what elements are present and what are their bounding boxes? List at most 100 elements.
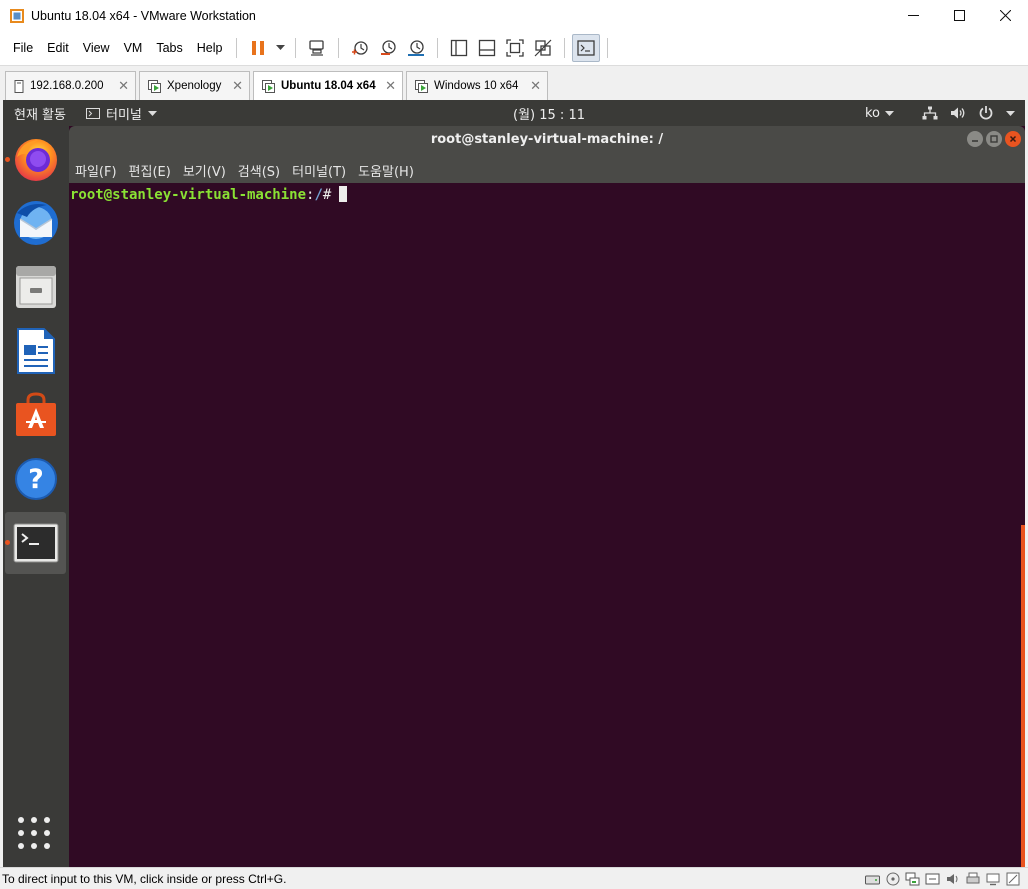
thunderbird-icon (14, 201, 58, 245)
status-bar: To direct input to this VM, click inside… (0, 867, 1028, 889)
library-icon (451, 39, 468, 57)
vm-running-icon (415, 79, 429, 93)
tab-windows-10-x64[interactable]: Windows 10 x64 ✕ (406, 71, 548, 100)
hard-disk-icon[interactable] (865, 872, 880, 886)
tab-close-icon[interactable]: ✕ (110, 78, 129, 94)
tab-xpenology[interactable]: Xpenology ✕ (139, 71, 250, 100)
send-ctrl-alt-del-icon (309, 40, 325, 56)
maximize-icon (953, 10, 965, 21)
running-indicator (5, 540, 10, 545)
send-ctrl-alt-del-button[interactable] (303, 34, 331, 62)
menu-view[interactable]: View (76, 31, 117, 66)
dock-item-help[interactable]: ? (3, 448, 69, 510)
terminal-window-controls (967, 131, 1021, 147)
terminal-menu-terminal[interactable]: 터미널(T) (292, 161, 352, 180)
dock-item-ubuntu-software[interactable] (3, 384, 69, 446)
full-screen-button[interactable] (501, 34, 529, 62)
vm-console[interactable]: 현재 활동 터미널 (월) 15 : 11 ko ? root@stanley-… (3, 100, 1025, 867)
snapshot-manager-icon (408, 40, 425, 56)
vm-running-icon (262, 79, 276, 93)
tab-close-icon[interactable]: ✕ (377, 78, 396, 94)
sound-card-icon[interactable] (945, 872, 960, 886)
maximize-icon (990, 135, 998, 143)
terminal-menu-file[interactable]: 파일(F) (75, 161, 123, 180)
minimize-icon (972, 140, 978, 142)
tab-close-icon[interactable]: ✕ (522, 78, 541, 94)
network-adapter-icon[interactable] (905, 872, 920, 886)
snapshot-take-button[interactable] (346, 34, 374, 62)
dock-item-libreoffice-writer[interactable] (3, 320, 69, 382)
thumbnail-bar-button[interactable] (473, 34, 501, 62)
prompt-user-host: root@stanley-virtual-machine (70, 187, 307, 203)
activities-button[interactable]: 현재 활동 (14, 104, 66, 123)
app-menu-button[interactable]: 터미널 (85, 104, 157, 123)
terminal-menubar: 파일(F) 편집(E) 보기(V) 검색(S) 터미널(T) 도움말(H) (75, 161, 426, 180)
tab-label: Xpenology (167, 80, 222, 92)
menu-tabs[interactable]: Tabs (149, 31, 189, 66)
dock-item-terminal[interactable] (5, 512, 66, 574)
terminal-window[interactable]: root@stanley-virtual-machine: / 파일(F) 편집… (69, 126, 1025, 867)
tab-label: Windows 10 x64 (434, 80, 519, 92)
close-icon (1009, 135, 1017, 143)
window-titlebar: Ubuntu 18.04 x64 - VMware Workstation (0, 0, 1028, 31)
menu-vm[interactable]: VM (117, 31, 150, 66)
terminal-minimize-button[interactable] (967, 131, 983, 147)
unity-button[interactable] (529, 34, 557, 62)
system-menu[interactable] (922, 105, 1015, 121)
show-library-button[interactable] (445, 34, 473, 62)
terminal-menu-search[interactable]: 검색(S) (238, 161, 286, 180)
tab-ubuntu-18-04-x64[interactable]: Ubuntu 18.04 x64 ✕ (253, 71, 403, 100)
display-icon[interactable] (985, 872, 1000, 886)
tab-192-168-0-200[interactable]: 192.168.0.200 ✕ (5, 71, 136, 100)
terminal-menu-help[interactable]: 도움말(H) (358, 161, 420, 180)
menu-edit[interactable]: Edit (40, 31, 76, 66)
power-icon (979, 106, 993, 120)
svg-text:?: ? (28, 464, 44, 495)
message-log-icon[interactable] (1005, 872, 1020, 886)
app-menu-label: 터미널 (105, 107, 142, 123)
gnome-top-bar: 현재 활동 터미널 (월) 15 : 11 ko (3, 100, 1025, 126)
terminal-menu-edit[interactable]: 편집(E) (129, 161, 177, 180)
terminal-close-button[interactable] (1005, 131, 1021, 147)
toolbar-separator (295, 38, 297, 58)
menu-help[interactable]: Help (190, 31, 230, 66)
prompt-path: / (314, 187, 323, 203)
terminal-maximize-button[interactable] (986, 131, 1002, 147)
pause-button[interactable] (244, 34, 272, 62)
minimize-button[interactable] (890, 0, 936, 31)
input-language-menu[interactable]: ko (865, 106, 894, 121)
show-applications-button[interactable] (18, 817, 52, 851)
tab-close-icon[interactable]: ✕ (224, 78, 243, 94)
snapshot-manager-button[interactable] (402, 34, 430, 62)
dock-item-files[interactable] (3, 256, 69, 318)
window-controls (890, 0, 1028, 31)
toolbar-separator (236, 38, 238, 58)
console-view-button[interactable] (572, 34, 601, 62)
terminal-menu-view[interactable]: 보기(V) (183, 161, 232, 180)
grid-dot (18, 843, 24, 849)
grid-dot (44, 817, 50, 823)
power-dropdown-button[interactable] (272, 34, 288, 62)
toolbar-separator (437, 38, 439, 58)
grid-dot (44, 843, 50, 849)
dock-item-firefox[interactable] (3, 128, 69, 190)
software-bag-icon (16, 392, 56, 436)
chevron-down-icon (885, 110, 894, 116)
close-button[interactable] (982, 0, 1028, 31)
dock-item-thunderbird[interactable] (3, 192, 69, 254)
menu-file[interactable]: File (6, 31, 40, 66)
clock[interactable]: (월) 15 : 11 (513, 108, 585, 123)
grid-dot (44, 830, 50, 836)
terminal-header: root@stanley-virtual-machine: / 파일(F) 편집… (69, 126, 1025, 183)
printer-icon[interactable] (965, 872, 980, 886)
terminal-title: root@stanley-virtual-machine: / (430, 132, 664, 147)
terminal-output[interactable]: root@stanley-virtual-machine:/# (69, 183, 1025, 867)
snapshot-revert-button[interactable] (374, 34, 402, 62)
terminal-scrollbar[interactable] (1021, 525, 1025, 867)
maximize-button[interactable] (936, 0, 982, 31)
toolbar-separator (564, 38, 566, 58)
cd-dvd-icon[interactable] (885, 872, 900, 886)
usb-controller-icon[interactable] (925, 872, 940, 886)
terminal-icon (13, 523, 58, 563)
tab-label: Ubuntu 18.04 x64 (281, 80, 376, 92)
